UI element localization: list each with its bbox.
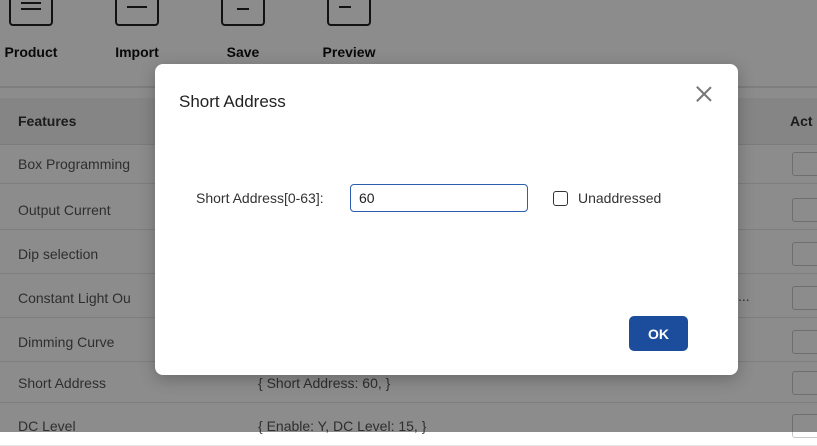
ok-button[interactable]: OK [629,316,688,351]
unaddressed-label[interactable]: Unaddressed [578,190,661,206]
close-icon[interactable] [693,84,715,106]
unaddressed-checkbox[interactable] [553,191,568,206]
dialog-title: Short Address [179,92,286,111]
short-address-input[interactable] [350,184,528,212]
short-address-label: Short Address[0-63]: [196,190,324,206]
short-address-dialog: Short Address Short Address[0-63]: Unadd… [155,64,738,375]
